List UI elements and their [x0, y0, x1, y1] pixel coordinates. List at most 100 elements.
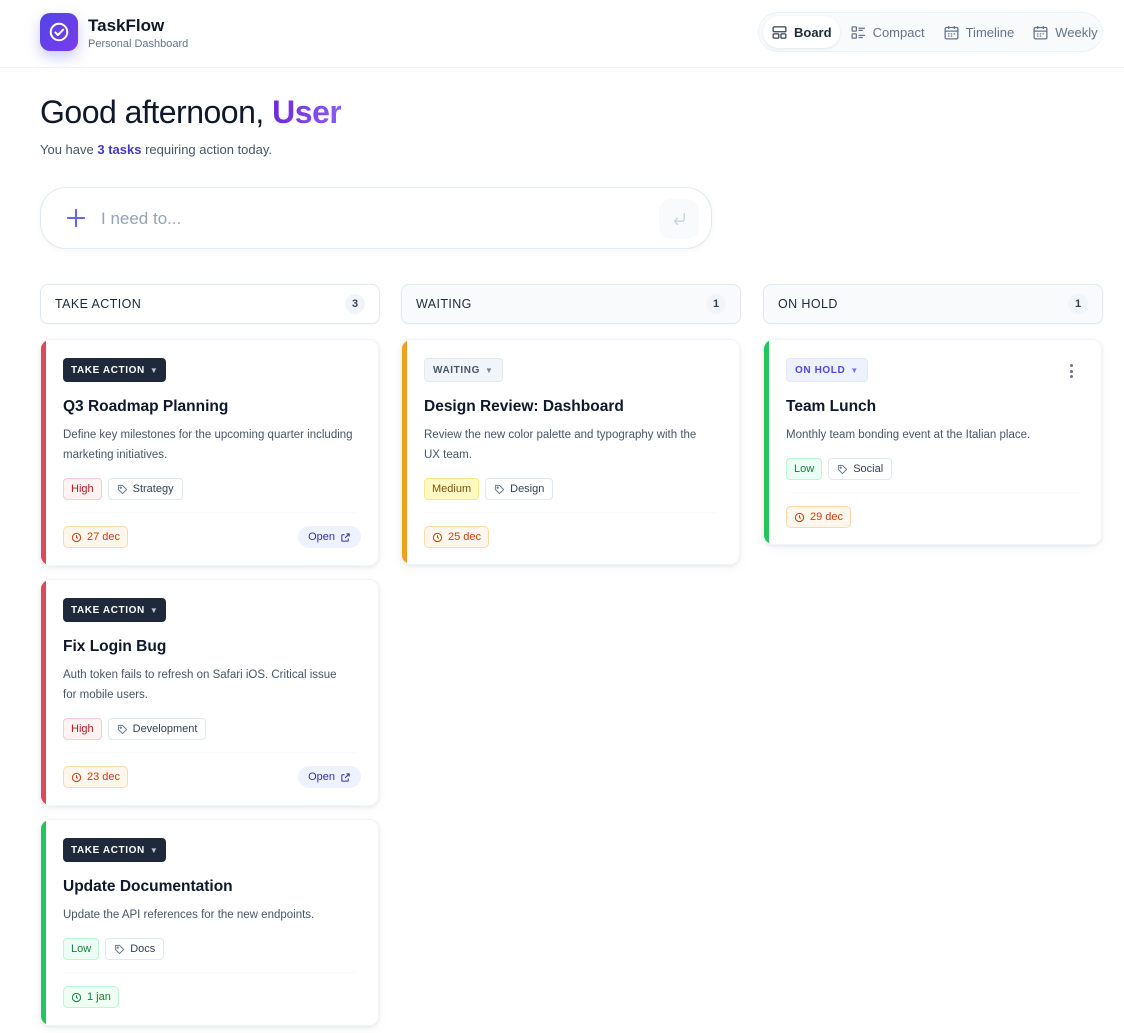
column-header-on-hold: ON HOLD 1	[763, 284, 1103, 324]
status-label: TAKE ACTION	[71, 604, 145, 616]
open-task-button[interactable]: Open	[298, 526, 361, 548]
more-dot	[1069, 375, 1073, 378]
view-compact-button[interactable]: Compact	[842, 16, 933, 48]
task-tags: High Strategy	[63, 478, 183, 500]
status-dropdown[interactable]: WAITING ▼	[424, 358, 503, 382]
category-label: Social	[853, 463, 884, 475]
status-dropdown[interactable]: TAKE ACTION ▼	[63, 598, 167, 622]
due-date: 25 dec	[448, 531, 482, 543]
task-title: Team Lunch	[786, 398, 877, 415]
status-label: WAITING	[433, 364, 480, 376]
task-card[interactable]: TAKE ACTION ▼ Update Documentation Update…	[40, 819, 379, 1026]
category-label: Development	[132, 723, 198, 735]
app-subtitle: Personal Dashboard	[88, 38, 189, 50]
view-timeline-label: Timeline	[965, 24, 1015, 40]
task-tags: Medium Design	[424, 478, 554, 500]
category-tag: Docs	[105, 938, 165, 960]
status-dropdown[interactable]: ON HOLD ▼	[786, 358, 868, 382]
card-divider	[63, 972, 356, 973]
due-date: 29 dec	[810, 511, 844, 523]
new-task-input[interactable]	[101, 202, 641, 236]
view-switcher: Board Compact Timeline Weekly	[758, 12, 1103, 52]
status-dropdown[interactable]: TAKE ACTION ▼	[63, 838, 167, 862]
category-tag: Strategy	[107, 478, 183, 500]
greeting-name: User	[272, 94, 342, 130]
task-title: Q3 Roadmap Planning	[63, 398, 229, 415]
task-card[interactable]: TAKE ACTION ▼ Q3 Roadmap Planning Define …	[40, 339, 379, 566]
status-dropdown[interactable]: TAKE ACTION ▼	[63, 358, 167, 382]
category-label: Docs	[130, 943, 156, 955]
task-count: 3 tasks	[97, 142, 142, 157]
clock-icon	[432, 532, 443, 542]
quick-add-bar	[40, 187, 712, 249]
category-label: Strategy	[132, 483, 174, 495]
chevron-down-icon: ▼	[149, 365, 159, 375]
subtext-before: You have	[40, 142, 98, 157]
app-header: TaskFlow Personal Dashboard Board Compac…	[0, 0, 1124, 68]
chevron-down-icon: ▼	[149, 845, 159, 855]
view-weekly-label: Weekly	[1055, 24, 1098, 40]
task-description: Monthly team bonding event at the Italia…	[786, 429, 1031, 441]
card-divider	[786, 492, 1079, 493]
category-tag: Development	[107, 718, 207, 740]
due-date: 1 jan	[87, 991, 111, 1003]
category-tag: Social	[828, 458, 893, 480]
priority-stripe	[41, 580, 46, 805]
priority-badge: Low	[63, 938, 100, 960]
due-date-badge: 1 jan	[63, 986, 119, 1008]
external-link-icon	[341, 532, 350, 542]
task-description: Review the new color palette and typogra…	[424, 429, 697, 461]
clock-icon	[794, 512, 805, 522]
task-description: Auth token fails to refresh on Safari iO…	[63, 669, 337, 701]
due-date-badge: 27 dec	[63, 526, 129, 548]
tag-icon	[115, 944, 125, 954]
due-date: 23 dec	[87, 771, 121, 783]
tag-icon	[838, 464, 848, 474]
view-weekly-button[interactable]: Weekly	[1024, 16, 1105, 48]
column-count-badge: 1	[706, 294, 726, 314]
enter-icon	[673, 213, 685, 225]
column-title: TAKE ACTION	[55, 297, 142, 311]
status-label: TAKE ACTION	[71, 844, 145, 856]
submit-task-button[interactable]	[659, 199, 699, 239]
due-date: 27 dec	[87, 531, 121, 543]
priority-badge: High	[63, 478, 102, 500]
tag-icon	[117, 484, 127, 494]
task-tags: Low Social	[786, 458, 893, 480]
tag-icon	[495, 484, 505, 494]
priority-stripe	[402, 340, 407, 564]
column-title: ON HOLD	[778, 297, 838, 311]
task-description: Define key milestones for the upcoming q…	[63, 429, 353, 461]
view-board-button[interactable]: Board	[763, 16, 840, 48]
app-title: TaskFlow	[88, 16, 165, 35]
priority-badge: High	[63, 718, 102, 740]
view-timeline-button[interactable]: Timeline	[935, 16, 1023, 48]
priority-badge: Medium	[424, 478, 480, 500]
task-card[interactable]: TAKE ACTION ▼ Fix Login Bug Auth token fa…	[40, 579, 379, 806]
task-title: Fix Login Bug	[63, 638, 167, 655]
priority-badge: Low	[786, 458, 823, 480]
task-tags: High Development	[63, 718, 207, 740]
view-board-label: Board	[794, 24, 832, 40]
due-date-badge: 23 dec	[63, 766, 129, 788]
column-count-badge: 3	[345, 294, 365, 314]
board-icon	[772, 25, 787, 39]
view-compact-label: Compact	[872, 24, 925, 40]
chevron-down-icon: ▼	[850, 365, 859, 375]
priority-stripe	[764, 340, 769, 544]
clock-icon	[71, 772, 82, 782]
tag-icon	[117, 724, 127, 734]
calendar-icon	[944, 25, 959, 40]
category-label: Design	[510, 483, 545, 495]
task-card[interactable]: WAITING ▼ Design Review: Dashboard Review…	[401, 339, 740, 565]
task-card[interactable]: ON HOLD ▼ Team Lunch Monthly team bonding…	[763, 339, 1102, 545]
plus-icon	[66, 208, 86, 228]
priority-stripe	[41, 820, 46, 1025]
more-options-button[interactable]	[1063, 362, 1079, 380]
task-title: Update Documentation	[63, 878, 233, 895]
task-tags: Low Docs	[63, 938, 165, 960]
more-dot	[1069, 364, 1073, 367]
open-task-button[interactable]: Open	[298, 766, 361, 788]
app-logo	[40, 13, 78, 51]
chevron-down-icon: ▼	[484, 365, 494, 375]
